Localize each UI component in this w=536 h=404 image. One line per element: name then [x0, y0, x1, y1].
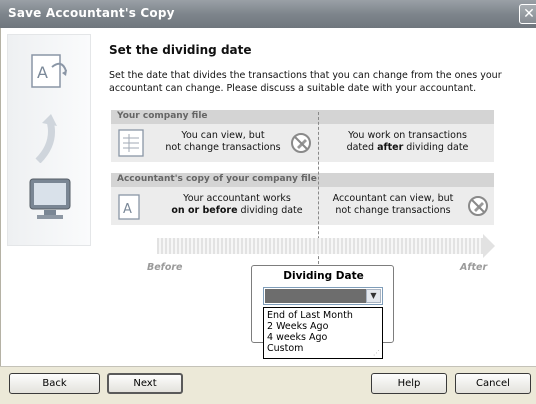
document-a-icon: A	[118, 194, 140, 220]
option-end-of-last-month[interactable]: End of Last Month	[267, 310, 353, 321]
curved-arrow-icon	[35, 114, 57, 163]
title-bar[interactable]: Save Accountant's Copy ✕	[0, 0, 536, 28]
close-button[interactable]: ✕	[519, 4, 536, 24]
company-file-left-text: You can view, but not change transaction…	[165, 130, 281, 153]
monitor-icon	[29, 178, 71, 219]
before-label: Before	[147, 262, 183, 273]
timeline-arrow	[157, 238, 483, 254]
company-file-row: You can view, but not change transaction…	[111, 124, 494, 162]
help-button[interactable]: Help	[371, 373, 447, 394]
dividing-date-select[interactable]: ▼	[263, 287, 383, 305]
company-file-right-text: You work on transactions dated after div…	[346, 130, 469, 153]
save-accountants-copy-dialog: Save Accountant's Copy ✕ A Set the divid…	[0, 0, 536, 404]
dividing-date-title: Dividing Date	[283, 270, 364, 282]
chevron-down-icon[interactable]: ▼	[366, 289, 381, 303]
accountant-copy-right-text: Accountant can view, but not change tran…	[332, 193, 454, 216]
option-custom[interactable]: Custom	[267, 343, 303, 354]
option-4-weeks-ago[interactable]: 4 weeks Ago	[267, 332, 327, 343]
page-description: Set the date that divides the transactio…	[109, 70, 502, 94]
edit-document-icon: A	[31, 54, 67, 88]
resize-grip-icon[interactable]: ⋰	[373, 349, 380, 357]
dividing-date-selected-value	[265, 289, 367, 303]
after-label: After	[460, 262, 488, 273]
window-title: Save Accountant's Copy	[8, 6, 175, 20]
no-edit-icon	[468, 196, 488, 216]
dividing-date-options-list: End of Last Month 2 Weeks Ago 4 weeks Ag…	[263, 307, 383, 359]
cancel-button[interactable]: Cancel	[455, 373, 531, 394]
svg-text:A: A	[123, 202, 132, 217]
option-2-weeks-ago[interactable]: 2 Weeks Ago	[267, 321, 328, 332]
svg-text:A: A	[37, 63, 48, 82]
accountant-copy-header: Accountant's copy of your company file	[111, 173, 494, 187]
no-edit-icon	[291, 133, 311, 153]
close-icon: ✕	[523, 6, 535, 22]
company-file-header: Your company file	[111, 110, 494, 124]
accountant-copy-row: A Your accountant works on or before div…	[111, 187, 494, 225]
footer-separator	[0, 366, 536, 367]
back-button[interactable]: Back	[9, 373, 100, 394]
next-button[interactable]: Next	[107, 373, 183, 394]
accountant-copy-left-text: Your accountant works on or before divid…	[171, 193, 303, 216]
side-illustration-panel: A	[7, 34, 91, 246]
timeline-arrow-head	[483, 234, 495, 258]
register-icon	[118, 129, 144, 157]
page-heading: Set the dividing date	[109, 43, 252, 57]
wizard-content: A Set the dividing date Set the date tha…	[0, 28, 536, 366]
